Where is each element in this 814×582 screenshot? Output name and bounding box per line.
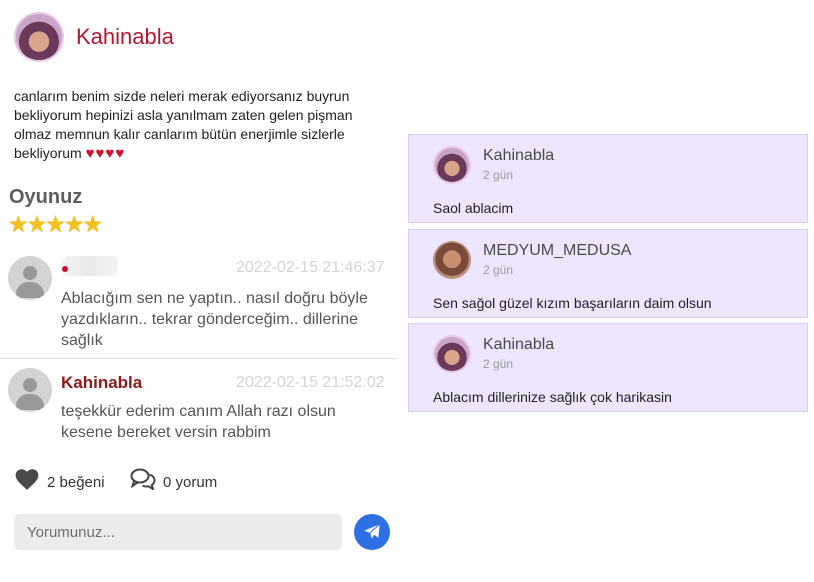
- reply-card: Kahinabla 2 gün Saol ablacim: [408, 134, 808, 223]
- comment-line: yazdıkların.. tekrar gönderceğim.. dille…: [61, 311, 359, 328]
- comment-input[interactable]: [14, 514, 342, 550]
- comment-timestamp: 2022-02-15 21:46:37: [236, 259, 385, 276]
- reply-time: 2 gün: [483, 168, 514, 182]
- comments-icon[interactable]: [130, 468, 156, 490]
- reply-card: Kahinabla 2 gün Ablacım dillerinize sağl…: [408, 323, 808, 412]
- reply-text: Saol ablacim: [433, 200, 514, 216]
- profile-bio: canlarım benim sizde neleri merak ediyor…: [14, 87, 384, 163]
- heart-icons: ♥♥♥♥: [85, 145, 126, 162]
- paper-plane-icon: [364, 523, 381, 540]
- comment-line: kesene bereket versin rabbim: [61, 424, 271, 441]
- star-rating[interactable]: ★★★★★: [8, 211, 103, 238]
- censored-author-name: [62, 256, 118, 276]
- commenter-avatar: [8, 256, 52, 300]
- reply-text: Sen sağol güzel kızım başarıların daim o…: [433, 295, 712, 311]
- rating-title: Oyunuz: [9, 186, 83, 208]
- reply-time: 2 gün: [483, 357, 514, 371]
- comment-text: teşekkür ederim canım Allah razı olsun k…: [61, 401, 336, 443]
- heart-icon[interactable]: [14, 467, 40, 491]
- comment-line: teşekkür ederim canım Allah razı olsun: [61, 403, 336, 420]
- reply-card: MEDYUM_MEDUSA 2 gün Sen sağol güzel kızı…: [408, 229, 808, 318]
- profile-avatar[interactable]: [14, 12, 64, 62]
- commenter-avatar: [8, 368, 52, 412]
- comment-line: Ablacığım sen ne yaptın.. nasıl doğru bö…: [61, 290, 368, 307]
- comment-divider: [0, 358, 398, 359]
- comment-count[interactable]: 0 yorum: [163, 474, 217, 491]
- comment-text: Ablacığım sen ne yaptın.. nasıl doğru bö…: [61, 288, 368, 351]
- like-count[interactable]: 2 beğeni: [47, 474, 105, 491]
- comment-timestamp: 2022-02-15 21:52:02: [236, 374, 385, 391]
- reply-text: Ablacım dillerinize sağlık çok harikasin: [433, 389, 672, 405]
- send-button[interactable]: [354, 514, 390, 550]
- reply-time: 2 gün: [483, 263, 514, 277]
- reply-author[interactable]: Kahinabla: [483, 336, 554, 354]
- comment-line: sağlık: [61, 332, 103, 349]
- flag-icon: [62, 266, 68, 272]
- profile-name[interactable]: Kahinabla: [76, 24, 174, 50]
- bio-text: canlarım benim sizde neleri merak ediyor…: [14, 88, 353, 161]
- reply-avatar[interactable]: [433, 241, 471, 279]
- reply-author[interactable]: MEDYUM_MEDUSA: [483, 242, 631, 260]
- reply-avatar[interactable]: [433, 146, 471, 184]
- reply-author[interactable]: Kahinabla: [483, 147, 554, 165]
- comment-author[interactable]: Kahinabla: [61, 373, 142, 393]
- reply-avatar[interactable]: [433, 335, 471, 373]
